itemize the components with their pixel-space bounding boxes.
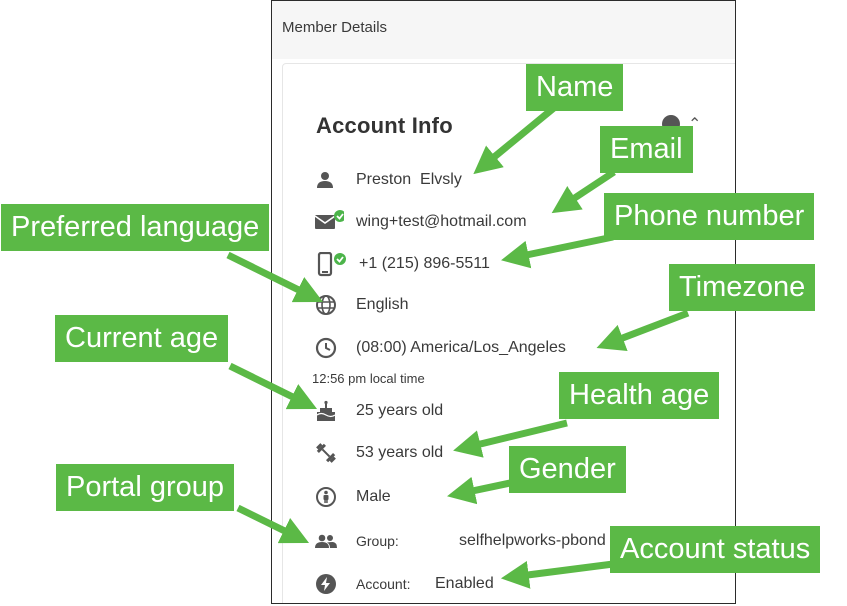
member-health-age: 53 years old: [356, 444, 444, 461]
callout-phone-number: Phone number: [604, 193, 815, 240]
member-language: English: [356, 296, 409, 313]
group-icon: [312, 529, 340, 553]
email-verified-icon: [312, 210, 346, 234]
member-email: wing+test@hotmail.com: [356, 213, 527, 230]
person-icon: [312, 168, 340, 192]
callout-health-age: Health age: [559, 372, 720, 419]
gender-icon: [312, 485, 340, 509]
callout-current-age: Current age: [55, 315, 229, 362]
account-label: Account:: [356, 576, 411, 592]
cake-icon: [312, 399, 340, 423]
member-phone: +1 (215) 896-5511: [359, 255, 490, 272]
member-current-age: 25 years old: [356, 402, 444, 419]
panel-title: Member Details: [282, 19, 388, 36]
account-status-value: Enabled: [435, 575, 494, 592]
member-details-panel: Member Details Account Info ⌃ Preston El…: [271, 0, 736, 604]
member-name: Preston Elvsly: [356, 171, 462, 188]
callout-account-status: Account status: [610, 526, 821, 573]
dumbbell-icon: [312, 441, 340, 465]
card-title: Account Info: [316, 113, 453, 138]
panel-header: Member Details: [272, 1, 735, 59]
callout-name: Name: [526, 64, 624, 111]
member-timezone: (08:00) America/Los_Angeles: [356, 339, 566, 356]
group-value: selfhelpworks-pbond: [459, 532, 606, 549]
callout-timezone: Timezone: [669, 264, 816, 311]
member-gender: Male: [356, 488, 391, 505]
clock-icon: [312, 336, 340, 360]
group-label: Group:: [356, 533, 399, 549]
callout-email: Email: [600, 126, 693, 173]
globe-icon: [312, 293, 340, 317]
local-time: 12:56 pm local time: [312, 371, 425, 386]
callout-preferred-language: Preferred language: [1, 204, 270, 251]
phone-verified-icon: [312, 251, 346, 277]
bolt-icon: [312, 572, 340, 596]
callout-portal-group: Portal group: [56, 464, 234, 511]
callout-gender: Gender: [509, 446, 626, 493]
